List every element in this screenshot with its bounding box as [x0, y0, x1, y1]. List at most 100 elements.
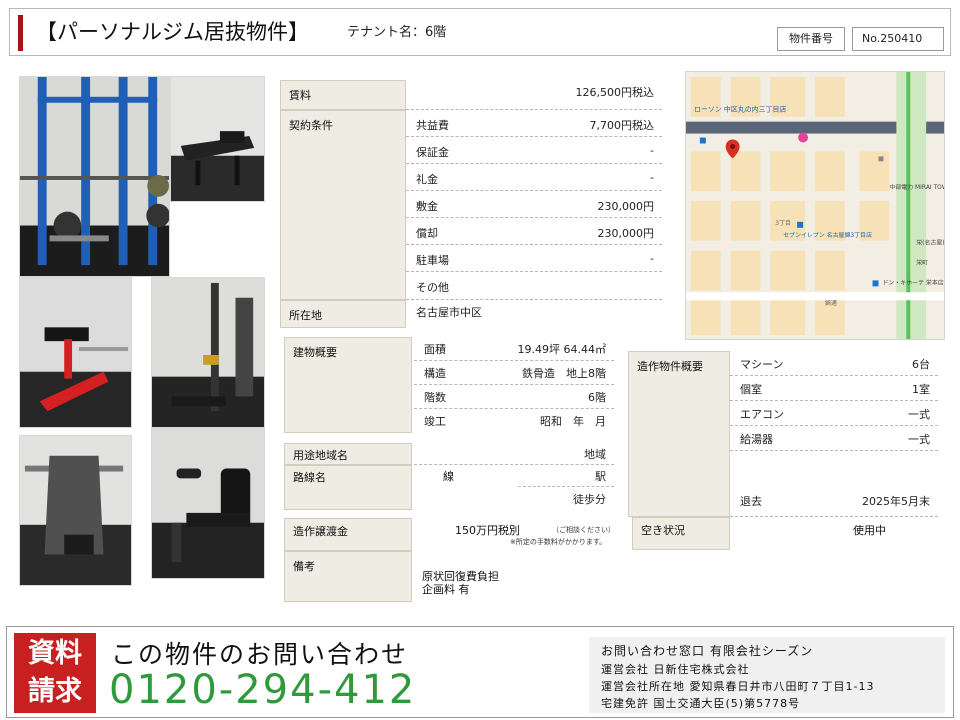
route-line: 線 [443, 470, 454, 483]
fixtures-value: 6台 [912, 358, 930, 371]
remarks-label: 備考 [284, 551, 412, 602]
fixtures-key: マシーン [740, 358, 784, 371]
building-key: 構造 [424, 367, 446, 380]
location-label: 所在地 [280, 300, 406, 328]
info-line3: 運営会社所在地 愛知県春日井市八田町７丁目1-13 [601, 680, 875, 693]
fixtures-value: 一式 [908, 433, 930, 446]
transfer-fee-label: 造作譲渡金 [284, 518, 412, 551]
fixtures-row: 退去 2025年5月末 [730, 487, 938, 517]
contract-key: その他 [416, 281, 449, 294]
contract-value: - [650, 252, 654, 265]
photo-leg-press [19, 435, 132, 586]
page-header: 【パーソナルジム居抜物件】 テナント名：6階 物件番号 No.250410 [9, 8, 951, 56]
info-line4: 宅建免許 国土交通大臣(5)第5778号 [601, 697, 801, 710]
building-row: 竣工 昭和 年 月 [414, 409, 614, 433]
fixtures-leave-value: 2025年5月末 [862, 495, 930, 508]
contract-value: - [650, 171, 654, 184]
map-label-road2: 錦通 [825, 299, 837, 307]
phone-number[interactable]: 0120-294-412 [109, 667, 416, 713]
map-label-station1: 栄(名古屋) [916, 239, 944, 247]
rent-value: 126,500円税込 [575, 86, 655, 99]
contact-footer: 資料 請求 この物件のお問い合わせ 0120-294-412 お問い合わせ窓口 … [6, 626, 954, 718]
fixtures-value: 1室 [912, 383, 930, 396]
contract-value: 230,000円 [597, 227, 655, 240]
fixtures-value: 一式 [908, 408, 930, 421]
building-value: 19.49坪 64.44㎡ [517, 343, 606, 356]
location-map[interactable]: ローソン 中区丸の内三丁目店 中部電力 MIRAI TOWER セブンイレブン … [685, 71, 945, 340]
vacancy-value: 使用中 [853, 524, 886, 537]
transfer-fee-note2: ※所定の手数料がかかります。 [510, 538, 607, 546]
building-row: 構造 鉄骨造 地上8階 [414, 361, 614, 385]
contract-row: 保証金 - [406, 137, 662, 164]
photo-bench [170, 76, 265, 202]
fixtures-row: エアコン 一式 [730, 401, 938, 426]
contract-row: 償却 230,000円 [406, 218, 662, 245]
contract-row: その他 [406, 272, 662, 300]
fixtures-label: 造作物件概要 [628, 351, 730, 517]
request-docs-badge[interactable]: 資料 請求 [14, 633, 96, 713]
transfer-fee-value: 150万円税別 [455, 524, 520, 537]
badge-line2: 請求 [28, 676, 82, 707]
building-value: 昭和 年 月 [540, 415, 606, 428]
info-line1: お問い合わせ窓口 有限会社シーズン [601, 644, 814, 658]
contract-key: 駐車場 [416, 254, 449, 267]
building-key: 階数 [424, 391, 446, 404]
map-label-station2: 栄町 [916, 259, 928, 267]
fixtures-row: 個室 1室 [730, 376, 938, 401]
page-title: 【パーソナルジム居抜物件】 [36, 20, 309, 44]
zoning-value: 地域 [584, 448, 606, 461]
photo-leg-extension [151, 428, 265, 579]
map-label-store3: ドン・キホーテ 栄本店 [882, 278, 943, 286]
contract-value: 7,700円税込 [589, 119, 655, 132]
contract-row: 礼金 - [406, 164, 662, 191]
contract-key: 保証金 [416, 146, 449, 159]
location-row: 名古屋市中区 [406, 300, 662, 328]
inquiry-heading: この物件のお問い合わせ [111, 640, 409, 669]
map-label-road: 3丁目 [775, 220, 791, 227]
route-station: 駅 [595, 470, 606, 483]
contract-key: 償却 [416, 227, 438, 240]
transfer-fee-note1: （ご相談ください） [552, 526, 615, 534]
building-key: 面積 [424, 343, 446, 356]
info-line2: 運営会社 日新住宅株式会社 [601, 663, 750, 676]
contract-row: 共益費 7,700円税込 [406, 110, 662, 137]
route-label: 路線名 [284, 465, 412, 510]
fixtures-row: マシーン 6台 [730, 351, 938, 376]
route-row: 駅 [518, 465, 614, 487]
map-label-store1: ローソン 中区丸の内三丁目店 [694, 105, 786, 114]
building-row: 面積 19.49坪 64.44㎡ [414, 337, 614, 361]
contract-key: 礼金 [416, 173, 438, 186]
property-number: No.250410 [852, 27, 944, 51]
property-number-label: 物件番号 [777, 27, 845, 51]
location-value: 名古屋市中区 [416, 306, 482, 319]
rent-row: 126,500円税込 [406, 80, 662, 110]
building-value: 鉄骨造 地上8階 [522, 367, 606, 380]
map-label-tower: 中部電力 MIRAI TOWER [889, 183, 944, 191]
rent-label: 賃料 [280, 80, 406, 110]
fixtures-key: 個室 [740, 383, 762, 396]
zoning-row: 地域 [414, 443, 614, 465]
fixtures-row: 給湯器 一式 [730, 426, 938, 451]
route-walk: 徒歩分 [573, 493, 606, 506]
fixtures-key: 給湯器 [740, 433, 773, 446]
fixtures-leave-key: 退去 [740, 495, 762, 508]
company-info: お問い合わせ窓口 有限会社シーズン 運営会社 日新住宅株式会社 運営会社所在地 … [589, 637, 945, 713]
contract-label: 契約条件 [280, 110, 406, 300]
header-accent-bar [18, 15, 23, 51]
remarks-line2: 企画料 有 [422, 583, 470, 596]
zoning-label: 用途地域名 [284, 443, 412, 465]
building-label: 建物概要 [284, 337, 412, 433]
map-label-store2: セブンイレブン 名古屋錦3丁目店 [783, 231, 872, 239]
vacancy-label: 空き状況 [632, 517, 730, 550]
tenant-name: テナント名：6階 [347, 25, 447, 40]
building-row: 階数 6階 [414, 385, 614, 409]
contract-key: 敷金 [416, 200, 438, 213]
route-row: 徒歩分 [518, 487, 614, 510]
building-key: 竣工 [424, 415, 446, 428]
building-value: 6階 [588, 391, 606, 404]
photo-power-rack [19, 76, 170, 277]
contract-row: 駐車場 - [406, 245, 662, 272]
contract-key: 共益費 [416, 119, 449, 132]
photo-leg-curl [19, 277, 132, 428]
contract-row: 敷金 230,000円 [406, 191, 662, 218]
